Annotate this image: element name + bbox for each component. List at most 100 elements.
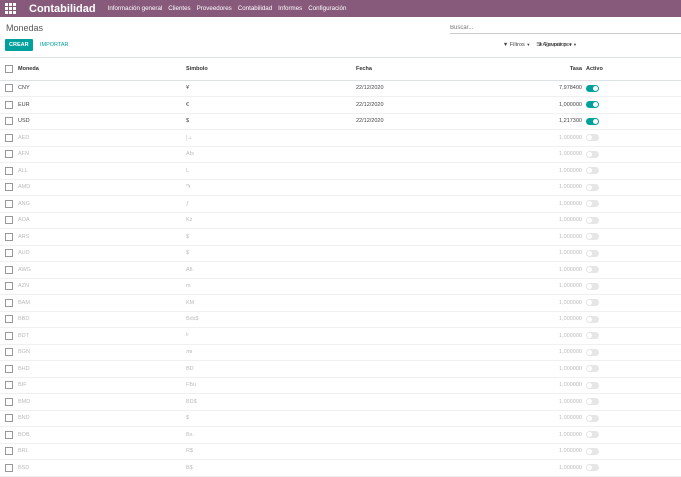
row-checkbox[interactable] (5, 348, 13, 357)
table-row[interactable]: AMD ֏ 1,000000 (0, 179, 681, 196)
row-checkbox[interactable] (5, 133, 13, 142)
currency-symbol: ƒ (186, 200, 190, 207)
active-toggle[interactable] (586, 150, 599, 158)
currency-date (356, 245, 526, 262)
table-row[interactable]: BIF FBu 1,000000 (0, 377, 681, 394)
table-row[interactable]: AED د.إ 1,000000 (0, 130, 681, 146)
menu-proveedores[interactable]: Proveedores (197, 5, 232, 12)
currency-rate: 1,000000 (559, 365, 582, 372)
create-button[interactable]: CREAR (5, 39, 33, 51)
row-checkbox[interactable] (5, 265, 13, 274)
menu-clientes[interactable]: Clientes (168, 5, 190, 12)
row-checkbox[interactable] (5, 331, 13, 340)
row-checkbox[interactable] (5, 216, 13, 225)
active-toggle[interactable] (586, 464, 599, 472)
active-toggle[interactable] (586, 299, 599, 307)
row-checkbox[interactable] (5, 414, 13, 423)
row-checkbox[interactable] (5, 150, 13, 159)
row-checkbox[interactable] (5, 117, 13, 126)
search-input[interactable] (450, 25, 681, 31)
row-checkbox[interactable] (5, 249, 13, 258)
table-row[interactable]: BMD BD$ 1,000000 (0, 394, 681, 410)
row-checkbox[interactable] (5, 397, 13, 406)
active-toggle[interactable] (586, 282, 599, 290)
favorites-dropdown[interactable]: ★ Favoritos ▼ (538, 39, 573, 51)
active-toggle[interactable] (586, 414, 599, 422)
column-simbolo[interactable]: Símbolo (186, 58, 356, 80)
table-row[interactable]: EUR €22/12/2020 1,000000 (0, 97, 681, 113)
row-checkbox[interactable] (5, 364, 13, 373)
active-toggle[interactable] (586, 117, 599, 125)
table-row[interactable]: CNY ¥22/12/2020 7,978400 (0, 80, 681, 97)
table-row[interactable]: ARS $1,000000 (0, 229, 681, 246)
active-toggle[interactable] (586, 84, 599, 92)
active-toggle[interactable] (586, 381, 599, 389)
table-row[interactable]: BBD Bds$ 1,000000 (0, 311, 681, 328)
toggle-knob (593, 85, 598, 91)
row-select-cell (0, 229, 18, 246)
column-fecha[interactable]: Fecha (356, 58, 526, 80)
active-toggle[interactable] (586, 134, 599, 142)
select-all-checkbox[interactable] (5, 64, 13, 73)
active-toggle[interactable] (586, 431, 599, 439)
currency-rate: 1,000000 (559, 184, 582, 191)
app-title[interactable]: Contabilidad (29, 3, 96, 15)
active-toggle[interactable] (586, 266, 599, 274)
active-toggle[interactable] (586, 315, 599, 323)
active-toggle[interactable] (586, 183, 599, 191)
menu-informacion-general[interactable]: Información general (108, 5, 163, 12)
row-checkbox[interactable] (5, 298, 13, 307)
row-checkbox[interactable] (5, 199, 13, 208)
currency-symbol: m (186, 283, 191, 290)
table-row[interactable]: BRL R$ 1,000000 (0, 443, 681, 460)
row-checkbox[interactable] (5, 100, 13, 109)
table-row[interactable]: BAM KM 1,000000 (0, 295, 681, 311)
active-toggle[interactable] (586, 233, 599, 241)
table-row[interactable]: AUD $1,000000 (0, 245, 681, 262)
row-checkbox[interactable] (5, 463, 13, 472)
row-checkbox[interactable] (5, 447, 13, 456)
table-row[interactable]: AFN Afs 1,000000 (0, 146, 681, 163)
table-row[interactable]: BSD B$ 1,000000 (0, 460, 681, 476)
table-row[interactable]: AOA Kz 1,000000 (0, 212, 681, 229)
row-checkbox[interactable] (5, 315, 13, 324)
active-toggle[interactable] (586, 348, 599, 356)
apps-menu-icon[interactable] (5, 2, 17, 15)
menu-informes[interactable]: Informes (278, 5, 302, 12)
table-row[interactable]: ALL L 1,000000 (0, 163, 681, 179)
active-toggle[interactable] (586, 365, 599, 373)
row-checkbox[interactable] (5, 282, 13, 291)
row-checkbox[interactable] (5, 232, 13, 241)
table-row[interactable]: BHD BD 1,000000 (0, 361, 681, 377)
active-toggle[interactable] (586, 101, 599, 109)
active-toggle[interactable] (586, 398, 599, 406)
active-toggle[interactable] (586, 216, 599, 224)
table-row[interactable]: AZN m 1,000000 (0, 278, 681, 295)
table-row[interactable]: AWG Afl. 1,000000 (0, 262, 681, 278)
menu-configuracion[interactable]: Configuración (308, 5, 346, 12)
active-toggle[interactable] (586, 200, 599, 208)
table-row[interactable]: BDT ৳ 1,000000 (0, 328, 681, 344)
active-toggle[interactable] (586, 249, 599, 257)
row-checkbox[interactable] (5, 183, 13, 192)
table-row[interactable]: ANG ƒ 1,000000 (0, 196, 681, 212)
row-checkbox[interactable] (5, 381, 13, 390)
table-row[interactable]: USD $22/12/2020 1,217300 (0, 113, 681, 130)
filters-dropdown[interactable]: ▼ Filtros ▼ (503, 39, 530, 51)
row-checkbox[interactable] (5, 430, 13, 439)
column-moneda[interactable]: Moneda (18, 58, 186, 80)
currency-rate: 1,000000 (559, 415, 582, 422)
table-row[interactable]: BGN лв 1,000000 (0, 344, 681, 361)
column-tasa[interactable]: Tasa (526, 58, 582, 80)
menu-contabilidad[interactable]: Contabilidad (238, 5, 272, 12)
column-activo[interactable]: Activo (582, 58, 681, 80)
active-toggle[interactable] (586, 332, 599, 340)
active-toggle[interactable] (586, 167, 599, 175)
table-row[interactable]: BND $1,000000 (0, 410, 681, 427)
row-checkbox[interactable] (5, 84, 13, 93)
currency-date (356, 146, 526, 163)
currency-symbol: BD$ (186, 398, 197, 405)
row-checkbox[interactable] (5, 166, 13, 175)
table-row[interactable]: BOB Bs. 1,000000 (0, 427, 681, 443)
import-button[interactable]: IMPORTAR (40, 39, 69, 51)
